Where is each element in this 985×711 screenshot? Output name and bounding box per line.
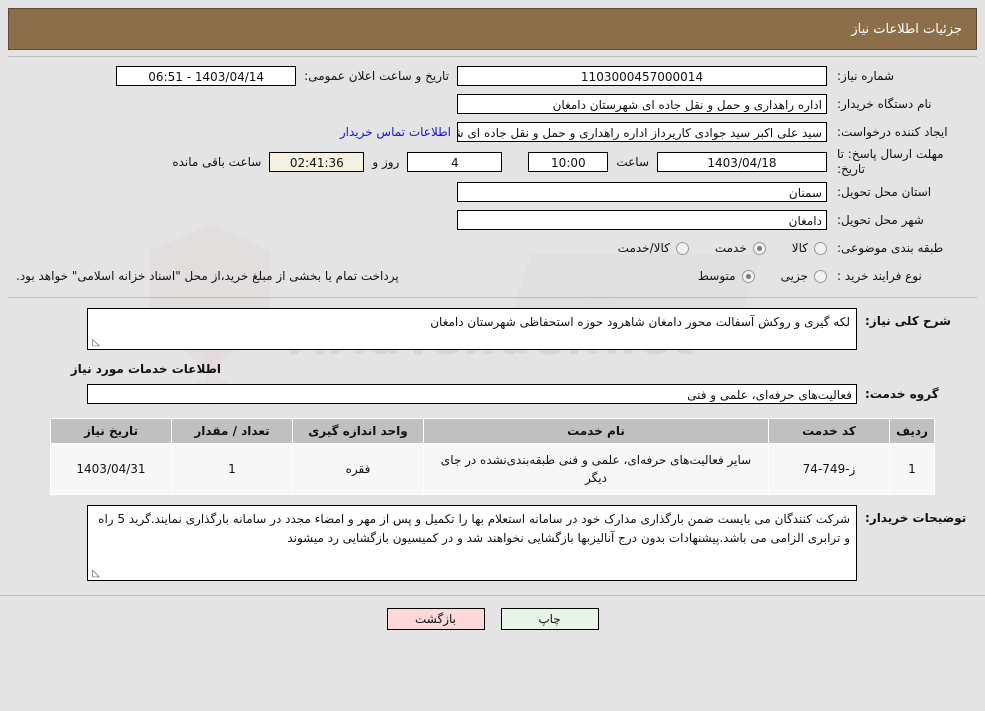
table-header-qty: تعداد / مقدار bbox=[171, 418, 293, 444]
category-radio-group: کالا خدمت کالا/خدمت bbox=[592, 241, 827, 255]
category-option-goods-label: کالا bbox=[791, 241, 808, 255]
resize-grip-icon[interactable]: ◺ bbox=[90, 338, 100, 348]
table-header-unit: واحد اندازه گیری bbox=[292, 418, 424, 444]
table-header-date: تاریخ نیاز bbox=[50, 418, 172, 444]
payment-note: پرداخت تمام یا بخشی از مبلغ خرید،از محل … bbox=[16, 269, 399, 283]
buyer-contact-link[interactable]: اطلاعات تماس خریدار bbox=[334, 125, 457, 139]
remaining-days-value: 4 bbox=[407, 152, 503, 172]
category-option-goods-service-label: کالا/خدمت bbox=[617, 241, 670, 255]
buyer-notes-label: توضیحات خریدار: bbox=[865, 511, 967, 525]
creator-label: ایجاد کننده درخواست: bbox=[837, 124, 948, 139]
province-label: استان محل تحویل: bbox=[837, 184, 932, 199]
buyer-notes-value[interactable]: شرکت کنندگان می بایست ضمن بارگذاری مدارک… bbox=[87, 505, 857, 581]
hour-label: ساعت bbox=[616, 155, 649, 169]
buyer-org-label: نام دستگاه خریدار: bbox=[837, 96, 932, 111]
process-option-minor[interactable]: جزیی bbox=[781, 269, 827, 283]
public-announce-value: 1403/04/14 - 06:51 bbox=[116, 66, 297, 86]
need-description-text: لکه گیری و روکش آسفالت محور دامغان شاهرو… bbox=[430, 315, 850, 329]
services-table: ردیف کد خدمت نام خدمت واحد اندازه گیری ت… bbox=[50, 418, 935, 495]
buyer-org-value: اداره راهداری و حمل و نقل جاده ای شهرستا… bbox=[457, 94, 827, 114]
row-category: طبقه بندی موضوعی: کالا خدمت کالا/خدمت bbox=[8, 235, 977, 261]
service-group-value: فعالیت‌های حرفه‌ای، علمی و فنی bbox=[87, 384, 857, 404]
row-service-group: گروه خدمت: فعالیت‌های حرفه‌ای، علمی و فن… bbox=[8, 384, 977, 404]
table-header-radif: ردیف bbox=[889, 418, 935, 444]
buyer-notes-text: شرکت کنندگان می بایست ضمن بارگذاری مدارک… bbox=[98, 512, 850, 546]
category-option-goods[interactable]: کالا bbox=[792, 241, 827, 255]
page-title: جزئیات اطلاعات نیاز bbox=[851, 21, 962, 37]
cell-code: ز-749-74 bbox=[768, 443, 890, 495]
cell-unit: فقره bbox=[292, 443, 424, 495]
back-button[interactable]: بازگشت bbox=[386, 608, 485, 630]
creator-value: سید علی اکبر سید جوادی کاریرداز اداره را… bbox=[457, 122, 827, 142]
need-info-panel: شماره نیاز: 1103000457000014 تاریخ و ساع… bbox=[8, 56, 977, 298]
table-header-code: کد خدمت bbox=[768, 418, 890, 444]
process-option-medium-label: متوسط bbox=[697, 269, 736, 283]
table-row: 1 ز-749-74 سایر فعالیت‌های حرفه‌ای، علمی… bbox=[50, 443, 935, 495]
row-city: شهر محل تحویل: دامغان bbox=[8, 207, 977, 233]
service-group-label: گروه خدمت: bbox=[865, 387, 939, 401]
process-option-minor-label: جزیی bbox=[780, 269, 808, 283]
category-option-goods-service[interactable]: کالا/خدمت bbox=[618, 241, 689, 255]
cell-name: سایر فعالیت‌های حرفه‌ای، علمی و فنی طبقه… bbox=[423, 443, 769, 495]
page-root: AriaTender.net جزئیات اطلاعات نیاز شماره… bbox=[0, 8, 985, 711]
cell-qty: 1 bbox=[171, 443, 293, 495]
row-need-number: شماره نیاز: 1103000457000014 تاریخ و ساع… bbox=[8, 63, 977, 89]
services-section-title: اطلاعات خدمات مورد نیاز bbox=[70, 362, 221, 376]
radio-icon-goods[interactable] bbox=[814, 241, 827, 255]
footer-actions: چاپ بازگشت bbox=[0, 595, 985, 630]
page-title-bar: جزئیات اطلاعات نیاز bbox=[8, 8, 977, 50]
radio-icon-service[interactable] bbox=[752, 241, 766, 255]
deadline-label: مهلت ارسال پاسخ: تا تاریخ: bbox=[837, 147, 944, 176]
process-radio-group: جزیی متوسط bbox=[672, 269, 827, 283]
need-description-label: شرح کلی نیاز: bbox=[865, 314, 951, 328]
row-buyer-org: نام دستگاه خریدار: اداره راهداری و حمل و… bbox=[8, 91, 977, 117]
days-and-label: روز و bbox=[372, 155, 400, 169]
deadline-date-value: 1403/04/18 bbox=[657, 152, 827, 172]
table-header-name: نام خدمت bbox=[423, 418, 769, 444]
resize-grip-icon-notes[interactable]: ◺ bbox=[90, 569, 100, 579]
print-button[interactable]: چاپ bbox=[500, 608, 599, 630]
public-announce-label: تاریخ و ساعت اعلان عمومی: bbox=[304, 69, 449, 83]
radio-icon-medium[interactable] bbox=[741, 269, 755, 283]
need-number-label: شماره نیاز: bbox=[837, 68, 894, 83]
remaining-label: ساعت باقی مانده bbox=[172, 155, 262, 169]
services-table-wrap: ردیف کد خدمت نام خدمت واحد اندازه گیری ت… bbox=[50, 418, 935, 495]
cell-date: 1403/04/31 bbox=[50, 443, 172, 495]
row-process: نوع فرایند خرید : جزیی متوسط پرداخت تمام… bbox=[8, 263, 977, 289]
province-value: سمنان bbox=[457, 182, 827, 202]
category-option-service[interactable]: خدمت bbox=[715, 241, 766, 255]
need-number-value: 1103000457000014 bbox=[457, 66, 827, 86]
row-creator: ایجاد کننده درخواست: سید علی اکبر سید جو… bbox=[8, 119, 977, 145]
city-value: دامغان bbox=[457, 210, 827, 230]
category-option-service-label: خدمت bbox=[714, 241, 747, 255]
need-description-value[interactable]: لکه گیری و روکش آسفالت محور دامغان شاهرو… bbox=[87, 308, 857, 350]
row-buyer-notes: توضیحات خریدار: شرکت کنندگان می بایست ضم… bbox=[8, 505, 977, 581]
process-option-medium[interactable]: متوسط bbox=[698, 269, 755, 283]
countdown-value: 02:41:36 bbox=[269, 152, 365, 172]
deadline-hour-value: 10:00 bbox=[528, 152, 609, 172]
row-need-description: شرح کلی نیاز: لکه گیری و روکش آسفالت محو… bbox=[8, 308, 977, 350]
row-deadline: مهلت ارسال پاسخ: تا تاریخ: 1403/04/18 سا… bbox=[8, 147, 977, 177]
cell-radif: 1 bbox=[889, 443, 935, 495]
category-label: طبقه بندی موضوعی: bbox=[837, 240, 944, 255]
table-header-row: ردیف کد خدمت نام خدمت واحد اندازه گیری ت… bbox=[50, 418, 935, 444]
row-province: استان محل تحویل: سمنان bbox=[8, 179, 977, 205]
radio-icon-minor[interactable] bbox=[814, 269, 827, 283]
city-label: شهر محل تحویل: bbox=[837, 212, 924, 227]
process-label: نوع فرایند خرید : bbox=[837, 268, 922, 283]
radio-icon-goods-service[interactable] bbox=[675, 241, 689, 255]
